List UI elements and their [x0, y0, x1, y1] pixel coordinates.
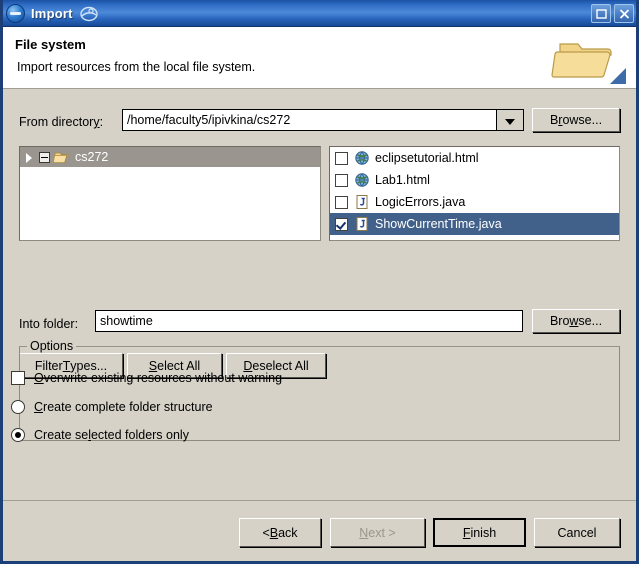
folder-banner-icon [548, 30, 628, 86]
dialog-footer: < Back Next > Finish Cancel [3, 501, 636, 561]
from-directory-dropdown-button[interactable] [496, 109, 524, 131]
java-file-icon [354, 216, 370, 232]
dialog-body: From directory: /home/faculty5/ipivkina/… [3, 89, 636, 500]
maximize-button[interactable] [591, 4, 611, 23]
eclipse-import-icon [6, 4, 25, 23]
file-checkbox[interactable] [335, 173, 348, 187]
create-complete-structure-radio[interactable] [11, 400, 25, 414]
window-controls [591, 4, 634, 23]
java-file-icon [354, 194, 370, 210]
list-item[interactable]: Lab1.html [330, 169, 619, 191]
file-list-panel[interactable]: eclipsetutorial.html Lab1.html LogicErro… [329, 146, 620, 241]
file-name-label: Lab1.html [375, 173, 430, 187]
title-bar-left: Import [6, 4, 98, 23]
file-name-label: LogicErrors.java [375, 195, 466, 209]
browse-into-folder-button[interactable]: Bro w se... [532, 309, 620, 333]
cancel-button[interactable]: Cancel [534, 518, 620, 547]
close-button[interactable] [614, 4, 634, 23]
import-dialog-window: Import File system Import resources from… [0, 0, 639, 564]
option-complete-structure-row[interactable]: Create complete folder structure [11, 400, 213, 414]
page-description: Import resources from the local file sys… [17, 60, 256, 74]
next-button[interactable]: Next > [330, 518, 425, 547]
options-group [19, 346, 620, 441]
overwrite-label: Overwrite existing resources without war… [34, 371, 283, 385]
finish-button[interactable]: Finish [433, 518, 526, 547]
create-selected-folders-radio[interactable] [11, 428, 25, 442]
file-name-label: eclipsetutorial.html [375, 151, 479, 165]
collapse-minus-icon[interactable] [39, 151, 50, 163]
into-folder-input[interactable]: showtime [95, 310, 523, 332]
from-directory-input[interactable]: /home/faculty5/ipivkina/cs272 [122, 109, 496, 131]
options-legend: Options [27, 339, 77, 353]
list-item[interactable]: LogicErrors.java [330, 191, 619, 213]
into-folder-label: Into folder: [19, 317, 79, 331]
html-globe-icon [354, 172, 370, 188]
create-selected-folders-label: Create selected folders only [34, 428, 189, 442]
create-complete-structure-label: Create complete folder structure [34, 400, 213, 414]
back-button[interactable]: < Back [239, 518, 321, 547]
browse-directory-button[interactable]: Br owse... [532, 108, 620, 132]
tree-item-label: cs272 [75, 150, 109, 164]
file-checkbox[interactable] [335, 195, 348, 209]
overwrite-checkbox[interactable] [11, 371, 25, 385]
option-overwrite-row[interactable]: Overwrite existing resources without war… [11, 371, 282, 385]
list-item[interactable]: ShowCurrentTime.java [330, 213, 619, 235]
from-directory-label: From directory: [19, 115, 104, 129]
tree-item-cs272[interactable]: cs272 [20, 147, 320, 167]
open-folder-icon [52, 151, 70, 164]
file-name-label: ShowCurrentTime.java [375, 217, 502, 231]
option-selected-folders-row[interactable]: Create selected folders only [11, 428, 189, 442]
directory-tree-panel[interactable]: cs272 [19, 146, 321, 241]
list-item[interactable]: eclipsetutorial.html [330, 147, 619, 169]
file-checkbox[interactable] [335, 151, 348, 165]
html-globe-icon [354, 150, 370, 166]
title-bar[interactable]: Import [3, 0, 636, 27]
wizard-header: File system Import resources from the lo… [3, 27, 636, 89]
triangle-right-icon [24, 152, 34, 163]
eclipse-swirl-icon [79, 6, 98, 22]
file-checkbox[interactable] [335, 217, 348, 231]
page-title: File system [15, 37, 86, 52]
window-title: Import [31, 6, 73, 21]
chevron-down-icon [505, 119, 515, 125]
